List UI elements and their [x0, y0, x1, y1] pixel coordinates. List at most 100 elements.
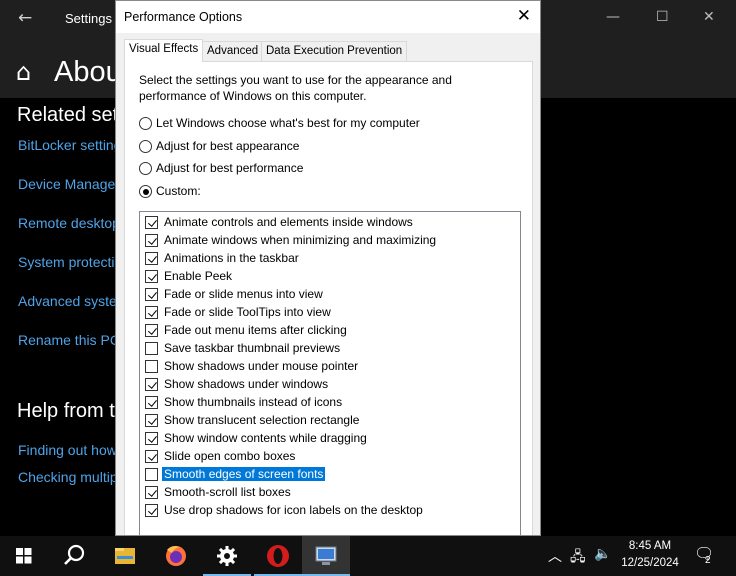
settings-icon	[217, 546, 237, 566]
effect-label: Animate windows when minimizing and maxi…	[164, 233, 437, 247]
performance-options-dialog: Performance Options ✕ Visual Effects Adv…	[115, 0, 541, 536]
effect-label: Show thumbnails instead of icons	[164, 395, 343, 409]
effect-item[interactable]: Save taskbar thumbnail previews	[145, 340, 515, 357]
effect-checkbox[interactable]	[145, 234, 158, 247]
tab-advanced[interactable]: Advanced	[202, 41, 264, 61]
effect-checkbox[interactable]	[145, 252, 158, 265]
home-icon[interactable]: ⌂	[16, 58, 31, 86]
taskbar: ︿ 🖧 🔈 8:45 AM 12/25/2024 🗨 2	[0, 536, 736, 576]
effect-item[interactable]: Show shadows under mouse pointer	[145, 358, 515, 375]
volume-muted-icon[interactable]: 🔈	[594, 546, 611, 562]
firefox-button[interactable]	[152, 536, 200, 576]
radio-label: Adjust for best appearance	[156, 139, 300, 153]
close-icon[interactable]: ✕	[703, 9, 715, 25]
effect-checkbox[interactable]	[145, 342, 158, 355]
system-properties-icon	[315, 546, 337, 565]
file-explorer-button[interactable]	[101, 536, 149, 576]
radio-label: Adjust for best performance	[156, 161, 304, 175]
effect-label: Show shadows under mouse pointer	[164, 359, 359, 373]
dialog-close-icon[interactable]: ✕	[517, 6, 531, 26]
radio-button[interactable]	[139, 185, 152, 198]
effect-checkbox[interactable]	[145, 486, 158, 499]
effect-item[interactable]: Smooth-scroll list boxes	[145, 484, 515, 501]
opera-button[interactable]	[254, 536, 302, 576]
effect-label: Fade or slide ToolTips into view	[164, 305, 331, 319]
radio-button[interactable]	[139, 117, 152, 130]
clock-date[interactable]: 12/25/2024	[618, 557, 682, 569]
dialog-titlebar: Performance Options ✕	[116, 1, 540, 33]
search-button[interactable]	[50, 536, 98, 576]
link-rename-pc[interactable]: Rename this PC	[18, 332, 120, 348]
effect-label: Show window contents while dragging	[164, 431, 367, 445]
effect-item[interactable]: Fade or slide menus into view	[145, 286, 515, 303]
dialog-title: Performance Options	[124, 10, 243, 24]
effect-label: Smooth edges of screen fonts	[162, 467, 326, 481]
effect-checkbox[interactable]	[145, 360, 158, 373]
effect-checkbox[interactable]	[145, 306, 158, 319]
back-arrow-icon[interactable]: ←	[18, 8, 32, 28]
effect-item[interactable]: Smooth edges of screen fonts	[145, 466, 515, 483]
effect-checkbox[interactable]	[145, 216, 158, 229]
start-button[interactable]	[0, 536, 48, 576]
effect-item[interactable]: Show translucent selection rectangle	[145, 412, 515, 429]
effect-checkbox[interactable]	[145, 414, 158, 427]
effect-label: Save taskbar thumbnail previews	[164, 341, 341, 355]
search-icon	[64, 544, 85, 565]
effect-checkbox[interactable]	[145, 378, 158, 391]
effect-checkbox[interactable]	[145, 396, 158, 409]
effect-label: Fade out menu items after clicking	[164, 323, 347, 337]
effect-label: Fade or slide menus into view	[164, 287, 323, 301]
effect-checkbox[interactable]	[145, 432, 158, 445]
radio-label: Custom:	[156, 184, 201, 198]
effect-item[interactable]: Use drop shadows for icon labels on the …	[145, 502, 515, 519]
effect-item[interactable]: Show shadows under windows	[145, 376, 515, 393]
effect-item[interactable]: Animate controls and elements inside win…	[145, 214, 515, 231]
file-explorer-icon	[115, 548, 135, 564]
opera-icon	[267, 545, 289, 567]
effect-label: Show translucent selection rectangle	[164, 413, 360, 427]
effect-item[interactable]: Show thumbnails instead of icons	[145, 394, 515, 411]
firefox-icon	[166, 546, 186, 566]
effect-item[interactable]: Slide open combo boxes	[145, 448, 515, 465]
network-icon[interactable]: 🖧	[570, 546, 586, 570]
effect-item[interactable]: Fade or slide ToolTips into view	[145, 304, 515, 321]
panel-description: Select the settings you want to use for …	[139, 73, 452, 103]
effect-label: Smooth-scroll list boxes	[164, 485, 291, 499]
effect-item[interactable]: Animate windows when minimizing and maxi…	[145, 232, 515, 249]
radio-button[interactable]	[139, 140, 152, 153]
settings-app-title: Settings	[65, 11, 112, 26]
visual-effects-panel: Select the settings you want to use for …	[124, 61, 533, 535]
chevron-up-icon[interactable]: ︿	[548, 546, 562, 566]
effects-list[interactable]: Animate controls and elements inside win…	[139, 211, 521, 535]
effect-checkbox[interactable]	[145, 450, 158, 463]
effect-label: Animations in the taskbar	[164, 251, 299, 265]
link-device-manager[interactable]: Device Manager	[18, 176, 120, 192]
link-remote-desktop[interactable]: Remote desktop	[18, 215, 120, 231]
effect-item[interactable]: Animations in the taskbar	[145, 250, 515, 267]
effect-checkbox[interactable]	[145, 270, 158, 283]
settings-taskbar-button[interactable]	[203, 536, 251, 576]
effect-checkbox[interactable]	[145, 504, 158, 517]
effect-checkbox[interactable]	[145, 288, 158, 301]
link-system-protection[interactable]: System protection	[18, 254, 130, 270]
effect-label: Slide open combo boxes	[164, 449, 296, 463]
effect-item[interactable]: Fade out menu items after clicking	[145, 322, 515, 339]
effect-item[interactable]: Show window contents while dragging	[145, 430, 515, 447]
radio-label: Let Windows choose what's best for my co…	[156, 116, 420, 130]
effect-label: Animate controls and elements inside win…	[164, 215, 413, 229]
tab-data-execution-prevention[interactable]: Data Execution Prevention	[261, 41, 408, 61]
effect-checkbox[interactable]	[145, 468, 158, 481]
effect-label: Show shadows under windows	[164, 377, 329, 391]
maximize-icon[interactable]: ☐	[656, 9, 669, 25]
link-bitlocker[interactable]: BitLocker settings	[18, 137, 129, 153]
tab-visual-effects[interactable]: Visual Effects	[124, 39, 204, 62]
effect-label: Use drop shadows for icon labels on the …	[164, 503, 423, 517]
system-properties-button[interactable]	[302, 536, 350, 576]
minimize-icon[interactable]: —	[606, 9, 620, 25]
effect-label: Enable Peek	[164, 269, 233, 283]
effect-checkbox[interactable]	[145, 324, 158, 337]
start-icon	[16, 548, 32, 564]
clock-time[interactable]: 8:45 AM	[618, 540, 682, 552]
radio-button[interactable]	[139, 162, 152, 175]
effect-item[interactable]: Enable Peek	[145, 268, 515, 285]
